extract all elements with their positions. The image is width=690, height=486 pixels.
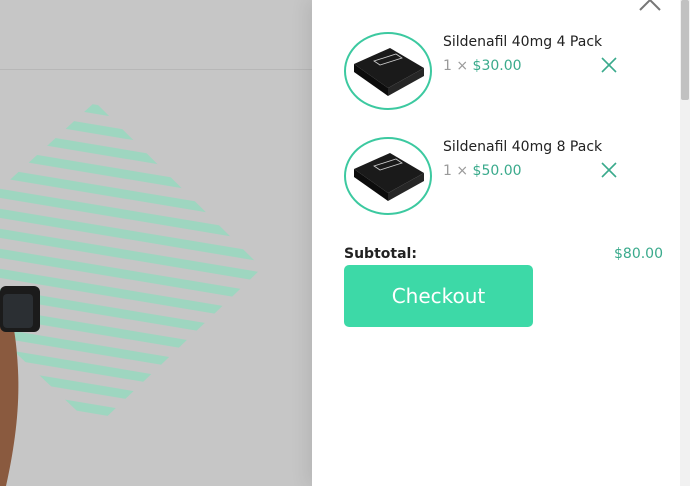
quantity-label: 1 × (443, 163, 469, 179)
cart-item: Sildenafil 40mg 4 Pack 1 × $30.00 (344, 32, 644, 112)
product-thumbnail[interactable] (344, 32, 432, 110)
close-icon (639, 0, 661, 11)
product-thumbnail[interactable] (344, 137, 432, 215)
quantity-label: 1 × (443, 58, 469, 74)
remove-item-icon (601, 162, 617, 178)
close-cart-button[interactable] (638, 0, 662, 12)
product-price: $30.00 (472, 58, 522, 74)
scrollbar[interactable] (680, 0, 690, 486)
product-price-line: 1 × $50.00 (443, 163, 522, 179)
product-name[interactable]: Sildenafil 40mg 8 Pack (443, 139, 602, 155)
page-overlay[interactable] (0, 0, 312, 486)
checkout-button[interactable]: Checkout (344, 265, 533, 327)
remove-item-icon (601, 57, 617, 73)
product-price-line: 1 × $30.00 (443, 58, 522, 74)
scrollbar-thumb[interactable] (681, 0, 689, 100)
model-photo (0, 286, 40, 486)
product-price: $50.00 (472, 163, 522, 179)
cart-drawer: Sildenafil 40mg 4 Pack 1 × $30.00 Silden… (312, 0, 690, 486)
subtotal-value: $80.00 (614, 246, 663, 262)
remove-item-button[interactable] (600, 161, 618, 179)
product-name[interactable]: Sildenafil 40mg 4 Pack (443, 34, 602, 50)
remove-item-button[interactable] (600, 56, 618, 74)
subtotal-label: Subtotal: (344, 246, 417, 262)
cart-item: Sildenafil 40mg 8 Pack 1 × $50.00 (344, 137, 644, 217)
